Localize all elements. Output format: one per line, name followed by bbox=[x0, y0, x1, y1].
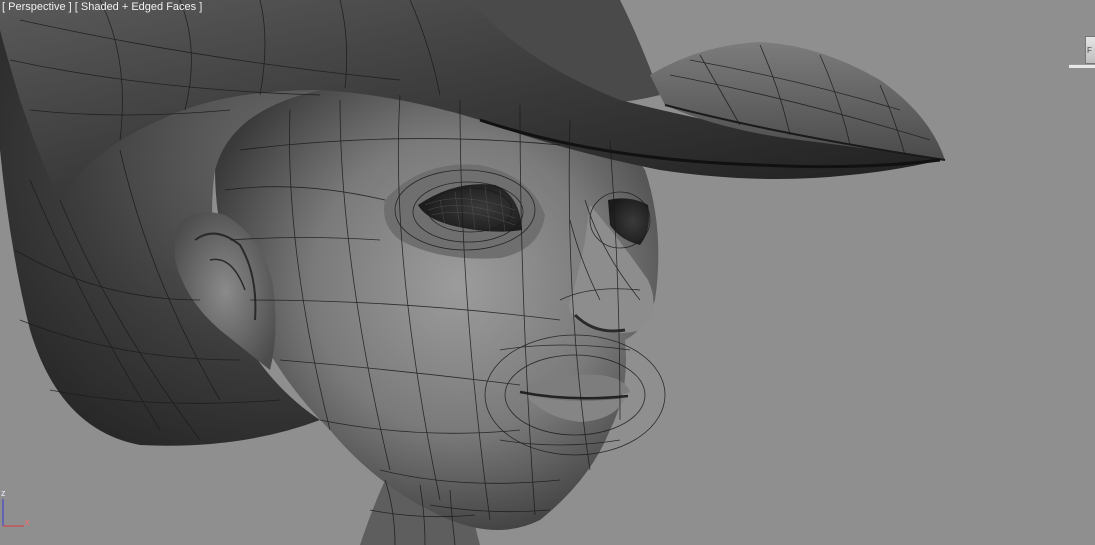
perspective-viewport[interactable]: [ Perspective ] [ Shaded + Edged Faces ] bbox=[0, 0, 1095, 545]
axis-tripod: z x bbox=[0, 488, 36, 529]
axis-z-label: z bbox=[1, 488, 6, 498]
character-mesh-render[interactable] bbox=[0, 0, 1095, 545]
shading-mode-menu[interactable]: [ Shaded + Edged Faces ] bbox=[75, 1, 203, 13]
axis-x-label: x bbox=[25, 517, 30, 527]
viewcube-compass-ring[interactable] bbox=[1069, 64, 1095, 68]
viewport-label-bar: [ Perspective ] [ Shaded + Edged Faces ] bbox=[2, 1, 202, 13]
axis-tripod-lines bbox=[2, 499, 24, 527]
viewcube-front-face[interactable]: F bbox=[1085, 36, 1095, 64]
viewcube[interactable]: F bbox=[1069, 34, 1095, 68]
view-type-menu[interactable]: [ Perspective ] bbox=[2, 1, 72, 13]
